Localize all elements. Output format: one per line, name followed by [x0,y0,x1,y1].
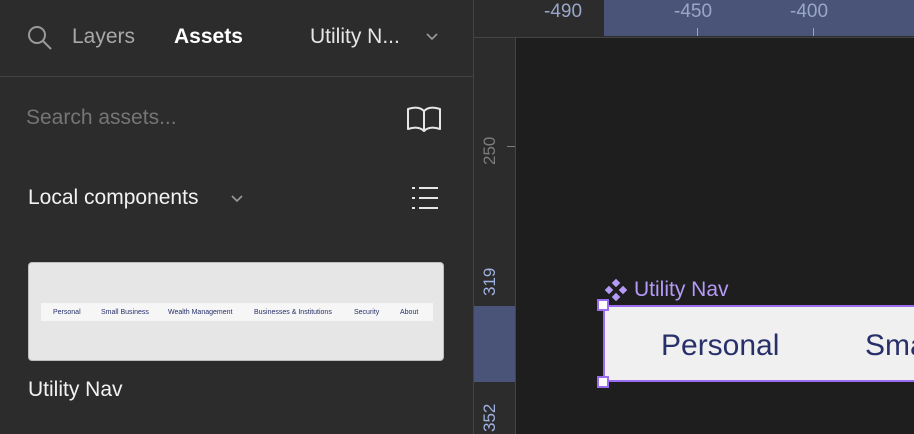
tab-layers[interactable]: Layers [72,24,135,50]
thumbnail-nav-item: About [400,309,419,316]
utility-nav-component[interactable]: Personal Sma [603,305,914,382]
section-title[interactable]: Local components [28,185,198,211]
nav-item-small-business[interactable]: Sma [865,329,914,363]
ruler-label: -490 [544,1,583,22]
ruler-horizontal: -490 -450 -400 [474,0,914,38]
ruler-tick [697,28,698,36]
assets-panel: Layers Assets Utility N... Local compone… [0,0,474,434]
thumbnail-nav-item: Wealth Management [168,309,233,316]
book-icon[interactable] [404,104,444,134]
ruler-vertical: 250 319 352 [474,38,516,434]
ruler-label: 352 [480,403,499,432]
panel-header: Layers Assets Utility N... [0,0,473,77]
page-selector[interactable]: Utility N... [310,24,400,50]
list-view-icon[interactable] [410,184,440,212]
thumbnail-nav-item: Businesses & Institutions [254,309,332,316]
chevron-down-icon[interactable] [230,194,244,204]
resize-handle-top-left[interactable] [597,299,609,311]
ruler-tick [813,28,814,36]
ruler-label: 250 [480,136,499,165]
thumbnail-nav-item: Small Business [101,309,149,316]
search-icon[interactable] [26,24,54,52]
tab-assets[interactable]: Assets [174,24,243,50]
chevron-down-icon[interactable] [425,32,439,42]
thumbnail-nav-item: Security [354,309,380,316]
ruler-tick [507,146,515,147]
ruler-label: -400 [790,1,829,22]
search-assets-input[interactable] [26,104,366,132]
component-icon [605,279,627,301]
resize-handle-bottom-left[interactable] [597,376,609,388]
ruler-selection-highlight [604,0,914,36]
thumbnail-nav-item: Personal [53,309,81,316]
ruler-label: -450 [674,1,713,22]
component-name[interactable]: Utility Nav [28,377,123,403]
ruler-label: 319 [480,267,499,296]
ruler-selection-highlight [474,306,515,382]
nav-item-personal[interactable]: Personal [661,329,779,363]
component-frame-label[interactable]: Utility Nav [634,277,729,303]
component-thumbnail[interactable]: Personal Small Business Wealth Managemen… [28,262,444,361]
